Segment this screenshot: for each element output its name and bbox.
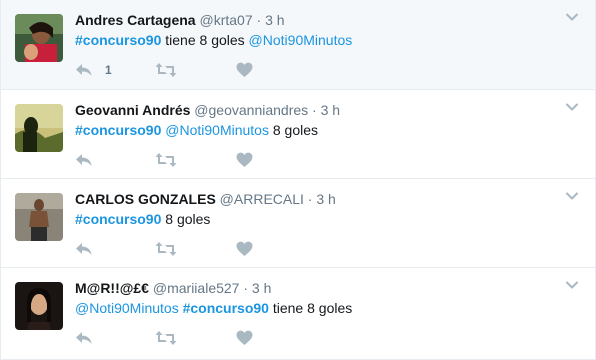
tweet-actions: [75, 239, 375, 259]
tweet-actions: 1: [75, 60, 375, 80]
heart-icon: [236, 62, 253, 78]
avatar[interactable]: [15, 193, 63, 241]
tweet-username[interactable]: @mariiale527: [153, 280, 240, 296]
like-button[interactable]: [236, 328, 253, 348]
heart-icon: [236, 241, 253, 257]
tweet-username[interactable]: @ARRECALI: [220, 191, 304, 207]
tweet-separator: ·: [256, 12, 262, 28]
hashtag-link[interactable]: #concurso90: [75, 32, 161, 48]
retweet-button[interactable]: [155, 239, 177, 259]
tweet-username[interactable]: @geovanniandres: [194, 102, 308, 118]
chevron-down-icon[interactable]: [565, 100, 579, 114]
reply-button[interactable]: [75, 328, 93, 348]
retweet-button[interactable]: [155, 150, 177, 170]
tweet-text: #concurso90 tiene 8 goles @Noti90Minutos: [75, 31, 352, 50]
reply-icon: [75, 62, 93, 78]
retweet-button[interactable]: [155, 60, 177, 80]
heart-icon: [236, 152, 253, 168]
chevron-down-icon[interactable]: [565, 189, 579, 203]
retweet-icon: [155, 152, 177, 168]
tweet-text-segment: 8 goles: [161, 211, 211, 227]
tweet-actions: [75, 150, 375, 170]
retweet-icon: [155, 330, 177, 346]
avatar[interactable]: [15, 104, 63, 152]
like-button[interactable]: [236, 60, 253, 80]
hashtag-link[interactable]: #concurso90: [75, 211, 161, 227]
tweet-item[interactable]: Andres Cartagena @krta07 · 3 h #concurso…: [1, 0, 595, 90]
tweet-username[interactable]: @krta07: [199, 12, 252, 28]
reply-button[interactable]: [75, 150, 93, 170]
mention-link[interactable]: @Noti90Minutos: [165, 122, 269, 138]
mention-link[interactable]: @Noti90Minutos: [249, 32, 353, 48]
like-button[interactable]: [236, 239, 253, 259]
tweet-timeline: Andres Cartagena @krta07 · 3 h #concurso…: [0, 0, 596, 360]
tweet-actions: [75, 328, 375, 348]
tweet-text-segment: tiene 8 goles: [268, 300, 353, 316]
tweet-separator: ·: [307, 191, 313, 207]
tweet-fullname[interactable]: M@R!!@£€: [75, 280, 149, 296]
hashtag-link[interactable]: #concurso90: [183, 300, 269, 316]
retweet-icon: [155, 241, 177, 257]
retweet-button[interactable]: [155, 328, 177, 348]
tweet-text-segment: 8 goles: [268, 122, 319, 138]
like-button[interactable]: [236, 150, 253, 170]
reply-icon: [75, 152, 93, 168]
tweet-fullname[interactable]: CARLOS GONZALES: [75, 191, 216, 207]
tweet-header: Geovanni Andrés @geovanniandres · 3 h: [75, 101, 340, 119]
tweet-timestamp[interactable]: 3 h: [316, 191, 335, 207]
tweet-text-segment: tiene 8 goles: [161, 32, 249, 48]
hashtag-link[interactable]: #concurso90: [75, 122, 161, 138]
reply-button[interactable]: 1: [75, 60, 112, 80]
chevron-down-icon[interactable]: [565, 278, 579, 292]
reply-icon: [75, 241, 93, 257]
tweet-timestamp[interactable]: 3 h: [252, 280, 271, 296]
reply-count: 1: [105, 63, 112, 77]
tweet-text: #concurso90 @Noti90Minutos 8 goles: [75, 121, 318, 140]
retweet-icon: [155, 62, 177, 78]
tweet-timestamp[interactable]: 3 h: [265, 12, 284, 28]
chevron-down-icon[interactable]: [565, 10, 579, 24]
tweet-timestamp[interactable]: 3 h: [321, 102, 340, 118]
tweet-header: CARLOS GONZALES @ARRECALI · 3 h: [75, 190, 336, 208]
tweet-item[interactable]: M@R!!@£€ @mariiale527 · 3 h @Noti90Minut…: [1, 268, 595, 360]
avatar[interactable]: [15, 282, 63, 330]
tweet-fullname[interactable]: Andres Cartagena: [75, 12, 196, 28]
mention-link[interactable]: @Noti90Minutos: [75, 300, 179, 316]
tweet-separator: ·: [243, 280, 249, 296]
tweet-separator: ·: [312, 102, 317, 118]
tweet-fullname[interactable]: Geovanni Andrés: [75, 102, 190, 118]
reply-button[interactable]: [75, 239, 93, 259]
heart-icon: [236, 330, 253, 346]
reply-icon: [75, 330, 93, 346]
avatar[interactable]: [15, 14, 63, 62]
tweet-header: Andres Cartagena @krta07 · 3 h: [75, 11, 285, 29]
tweet-item[interactable]: CARLOS GONZALES @ARRECALI · 3 h #concurs…: [1, 179, 595, 268]
tweet-header: M@R!!@£€ @mariiale527 · 3 h: [75, 279, 271, 297]
tweet-item[interactable]: Geovanni Andrés @geovanniandres · 3 h #c…: [1, 90, 595, 179]
tweet-text: #concurso90 8 goles: [75, 210, 210, 229]
tweet-text: @Noti90Minutos #concurso90 tiene 8 goles: [75, 299, 352, 318]
